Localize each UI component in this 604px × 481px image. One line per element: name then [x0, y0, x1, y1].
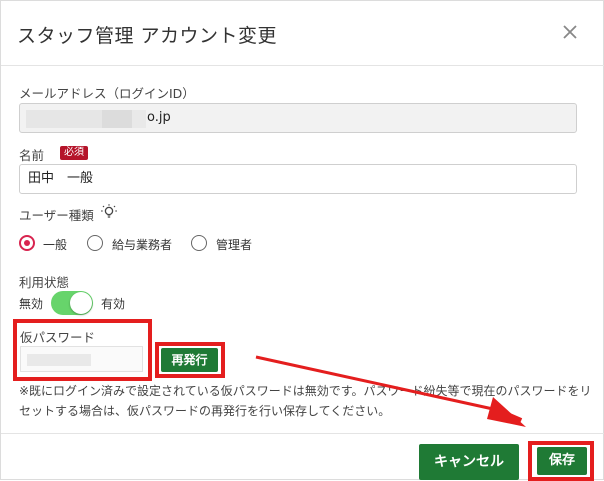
- status-toggle[interactable]: [51, 291, 93, 315]
- reissue-button[interactable]: 再発行: [161, 348, 218, 372]
- status-off-label: 無効: [19, 297, 44, 311]
- notice-text: ※既にログイン済みで設定されている仮パスワードは無効です。パスワード紛失等で現在…: [19, 384, 592, 418]
- radio-admin-label: 管理者: [216, 238, 253, 252]
- lightbulb-icon[interactable]: [100, 203, 118, 221]
- toggle-knob: [70, 292, 92, 314]
- redacted-mask: [26, 110, 102, 128]
- account-edit-dialog: スタッフ管理 アカウント変更 メールアドレス（ログインID） o.jp 名前 必…: [0, 0, 604, 481]
- name-label: 名前: [19, 148, 45, 163]
- required-badge: 必須: [60, 146, 88, 160]
- redacted-mask: [27, 354, 91, 366]
- email-value: o.jp: [147, 110, 171, 125]
- close-icon[interactable]: [560, 22, 580, 42]
- save-button[interactable]: 保存: [537, 447, 587, 475]
- temp-password-field[interactable]: [20, 346, 143, 372]
- dialog-title: スタッフ管理 アカウント変更: [17, 25, 278, 47]
- status-label: 利用状態: [19, 275, 70, 290]
- radio-general-label: 一般: [43, 238, 68, 252]
- dialog-header: スタッフ管理 アカウント変更: [1, 1, 604, 66]
- cancel-button[interactable]: キャンセル: [419, 444, 519, 480]
- radio-payroll[interactable]: [87, 235, 103, 251]
- status-on-label: 有効: [101, 297, 126, 311]
- redacted-mask: [102, 110, 132, 128]
- radio-admin[interactable]: [191, 235, 207, 251]
- email-label: メールアドレス（ログインID）: [19, 86, 195, 101]
- radio-general[interactable]: [19, 235, 35, 251]
- redacted-mask: [132, 110, 146, 128]
- name-input[interactable]: 田中 一般: [19, 164, 577, 194]
- user-type-label: ユーザー種類: [19, 208, 94, 223]
- radio-payroll-label: 給与業務者: [112, 238, 173, 252]
- temp-password-label: 仮パスワード: [20, 330, 96, 345]
- footer-divider: [1, 433, 604, 434]
- email-field: o.jp: [19, 103, 577, 133]
